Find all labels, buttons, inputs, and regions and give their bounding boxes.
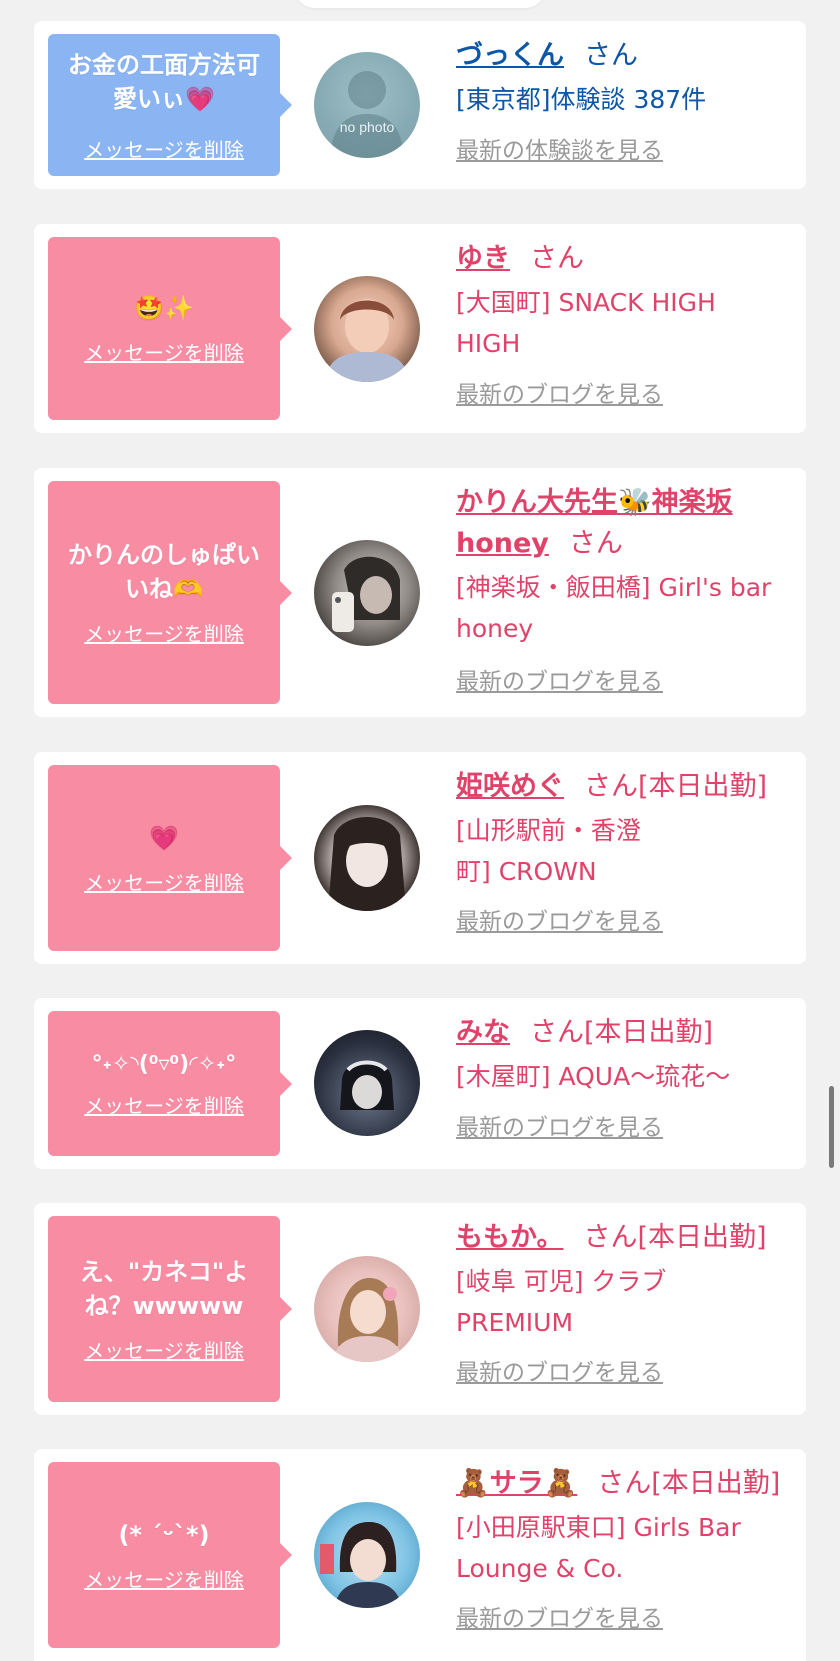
message-card-5: °˖✧◝(⁰▿⁰)◜✧˖° メッセージを削除 みな さん[本日出勤] [木屋町] … (34, 998, 806, 1169)
delete-message-link[interactable]: メッセージを削除 (84, 134, 244, 163)
sender-info: かりん大先生🐝神楽坂honey さん [神楽坂・飯田橋] Girl's bar h… (456, 482, 794, 695)
attendance-status: [本日出勤] (638, 771, 768, 802)
attendance-status: [本日出勤] (584, 1017, 714, 1048)
scrollbar[interactable] (829, 1086, 834, 1168)
message-text: え、"カネコ"よ ね？wwwww (79, 1257, 249, 1320)
shop-info: [神楽坂・飯田橋] Girl's bar honey (456, 573, 772, 643)
view-latest-link[interactable]: 最新のブログを見る (456, 1599, 663, 1633)
shop-info: [木屋町] AQUA〜琉花〜 (456, 1062, 731, 1091)
message-card-3: かりんのしゅぱい いね🫶 メッセージを削除 かりん大先生🐝神楽坂honey さん … (34, 468, 806, 717)
view-latest-link[interactable]: 最新のブログを見る (456, 902, 663, 936)
shop-info: [岐阜 可児] クラブ PREMIUM (456, 1267, 667, 1337)
sender-name-link[interactable]: 姫咲めぐ (456, 771, 564, 802)
profile-photo-icon (328, 817, 406, 911)
message-bubble: 🤩✨ メッセージを削除 (48, 237, 292, 420)
message-bubble: お金の工面方法可 愛いぃ💗 メッセージを削除 (48, 34, 292, 176)
message-text: 💗 (149, 823, 179, 852)
avatar[interactable] (314, 540, 420, 646)
sender-info: みな さん[本日出勤] [木屋町] AQUA〜琉花〜 最新のブログを見る (456, 1012, 794, 1141)
shop-info: [山形駅前・香澄町] CROWN (456, 816, 641, 886)
sender-name-link[interactable]: 🧸サラ🧸 (456, 1468, 577, 1499)
message-card-2: 🤩✨ メッセージを削除 ゆき さん [大国町] SNACK HIGH HIGH 最… (34, 224, 806, 433)
honorific: さん (530, 1017, 584, 1048)
profile-photo-icon (332, 1278, 404, 1362)
delete-message-link[interactable]: メッセージを削除 (84, 867, 244, 896)
sender-info: づっくん さん [東京都]体験談 387件 最新の体験談を見る (456, 35, 794, 164)
avatar[interactable] (314, 1502, 420, 1608)
svg-text:no photo: no photo (340, 119, 395, 135)
message-bubble: かりんのしゅぱい いね🫶 メッセージを削除 (48, 481, 292, 704)
honorific: さん (583, 1222, 638, 1253)
profile-photo-icon (324, 299, 410, 382)
profile-photo-icon (320, 1522, 402, 1608)
shop-info: [東京都]体験談 387件 (456, 85, 707, 114)
sender-name-link[interactable]: みな (456, 1017, 510, 1048)
message-text: (* ˊᵕˋ*) (118, 1520, 210, 1549)
avatar[interactable]: no photo (314, 52, 420, 158)
honorific: さん (568, 528, 623, 559)
person-silhouette-icon: no photo (330, 71, 404, 158)
delete-message-link[interactable]: メッセージを削除 (84, 337, 244, 366)
message-card-1: お金の工面方法可 愛いぃ💗 メッセージを削除 no photo づっくん さん [… (34, 21, 806, 189)
message-card-4: 💗 メッセージを削除 姫咲めぐ さん[本日出勤] [山形駅前・香澄町] CROWN… (34, 752, 806, 964)
message-bubble: °˖✧◝(⁰▿⁰)◜✧˖° メッセージを削除 (48, 1011, 292, 1156)
avatar[interactable] (314, 805, 420, 911)
view-latest-link[interactable]: 最新の体験談を見る (456, 131, 663, 165)
top-tab[interactable] (296, 0, 544, 8)
delete-message-link[interactable]: メッセージを削除 (84, 1090, 244, 1119)
honorific: さん (597, 1468, 652, 1499)
honorific: さん (584, 771, 638, 802)
view-latest-link[interactable]: 最新のブログを見る (456, 1108, 663, 1142)
message-bubble: 💗 メッセージを削除 (48, 765, 292, 951)
view-latest-link[interactable]: 最新のブログを見る (456, 1353, 663, 1387)
shop-info: [小田原駅東口] Girls Bar Lounge & Co. (456, 1513, 741, 1583)
honorific: さん (584, 40, 638, 71)
message-bubble: (* ˊᵕˋ*) メッセージを削除 (48, 1462, 292, 1648)
sender-info: ももか。 さん[本日出勤] [岐阜 可児] クラブ PREMIUM 最新のブログを… (456, 1217, 794, 1386)
attendance-status: [本日出勤] (651, 1468, 781, 1499)
attendance-status: [本日出勤] (637, 1222, 767, 1253)
message-text: お金の工面方法可 愛いぃ💗 (68, 50, 260, 113)
profile-photo-icon (332, 556, 400, 632)
sender-name-link[interactable]: ゆき (456, 243, 510, 274)
avatar[interactable] (314, 1256, 420, 1362)
avatar[interactable] (314, 276, 420, 382)
delete-message-link[interactable]: メッセージを削除 (84, 1335, 244, 1364)
sender-info: 🧸サラ🧸 さん[本日出勤] [小田原駅東口] Girls Bar Lounge &… (456, 1463, 794, 1632)
message-card-7: (* ˊᵕˋ*) メッセージを削除 🧸サラ🧸 さん[本日出勤] [小田原駅東口] … (34, 1449, 806, 1661)
delete-message-link[interactable]: メッセージを削除 (84, 1564, 244, 1593)
delete-message-link[interactable]: メッセージを削除 (84, 618, 244, 647)
message-text: かりんのしゅぱい いね🫶 (68, 541, 260, 603)
sender-info: 姫咲めぐ さん[本日出勤] [山形駅前・香澄町] CROWN 最新のブログを見る (456, 766, 794, 935)
message-bubble: え、"カネコ"よ ね？wwwww メッセージを削除 (48, 1216, 292, 1402)
message-text: 🤩✨ (134, 294, 194, 322)
view-latest-link[interactable]: 最新のブログを見る (456, 375, 663, 409)
profile-photo-icon (340, 1060, 394, 1110)
sender-name-link[interactable]: ももか。 (456, 1222, 563, 1253)
sender-name-link[interactable]: づっくん (456, 40, 564, 71)
view-latest-link[interactable]: 最新のブログを見る (456, 662, 663, 696)
shop-info: [大国町] SNACK HIGH HIGH (456, 288, 716, 358)
sender-info: ゆき さん [大国町] SNACK HIGH HIGH 最新のブログを見る (456, 238, 794, 408)
message-card-6: え、"カネコ"よ ね？wwwww メッセージを削除 ももか。 さん[本日出勤] [… (34, 1203, 806, 1415)
honorific: さん (530, 243, 584, 274)
message-text: °˖✧◝(⁰▿⁰)◜✧˖° (91, 1052, 237, 1077)
avatar[interactable] (314, 1030, 420, 1136)
